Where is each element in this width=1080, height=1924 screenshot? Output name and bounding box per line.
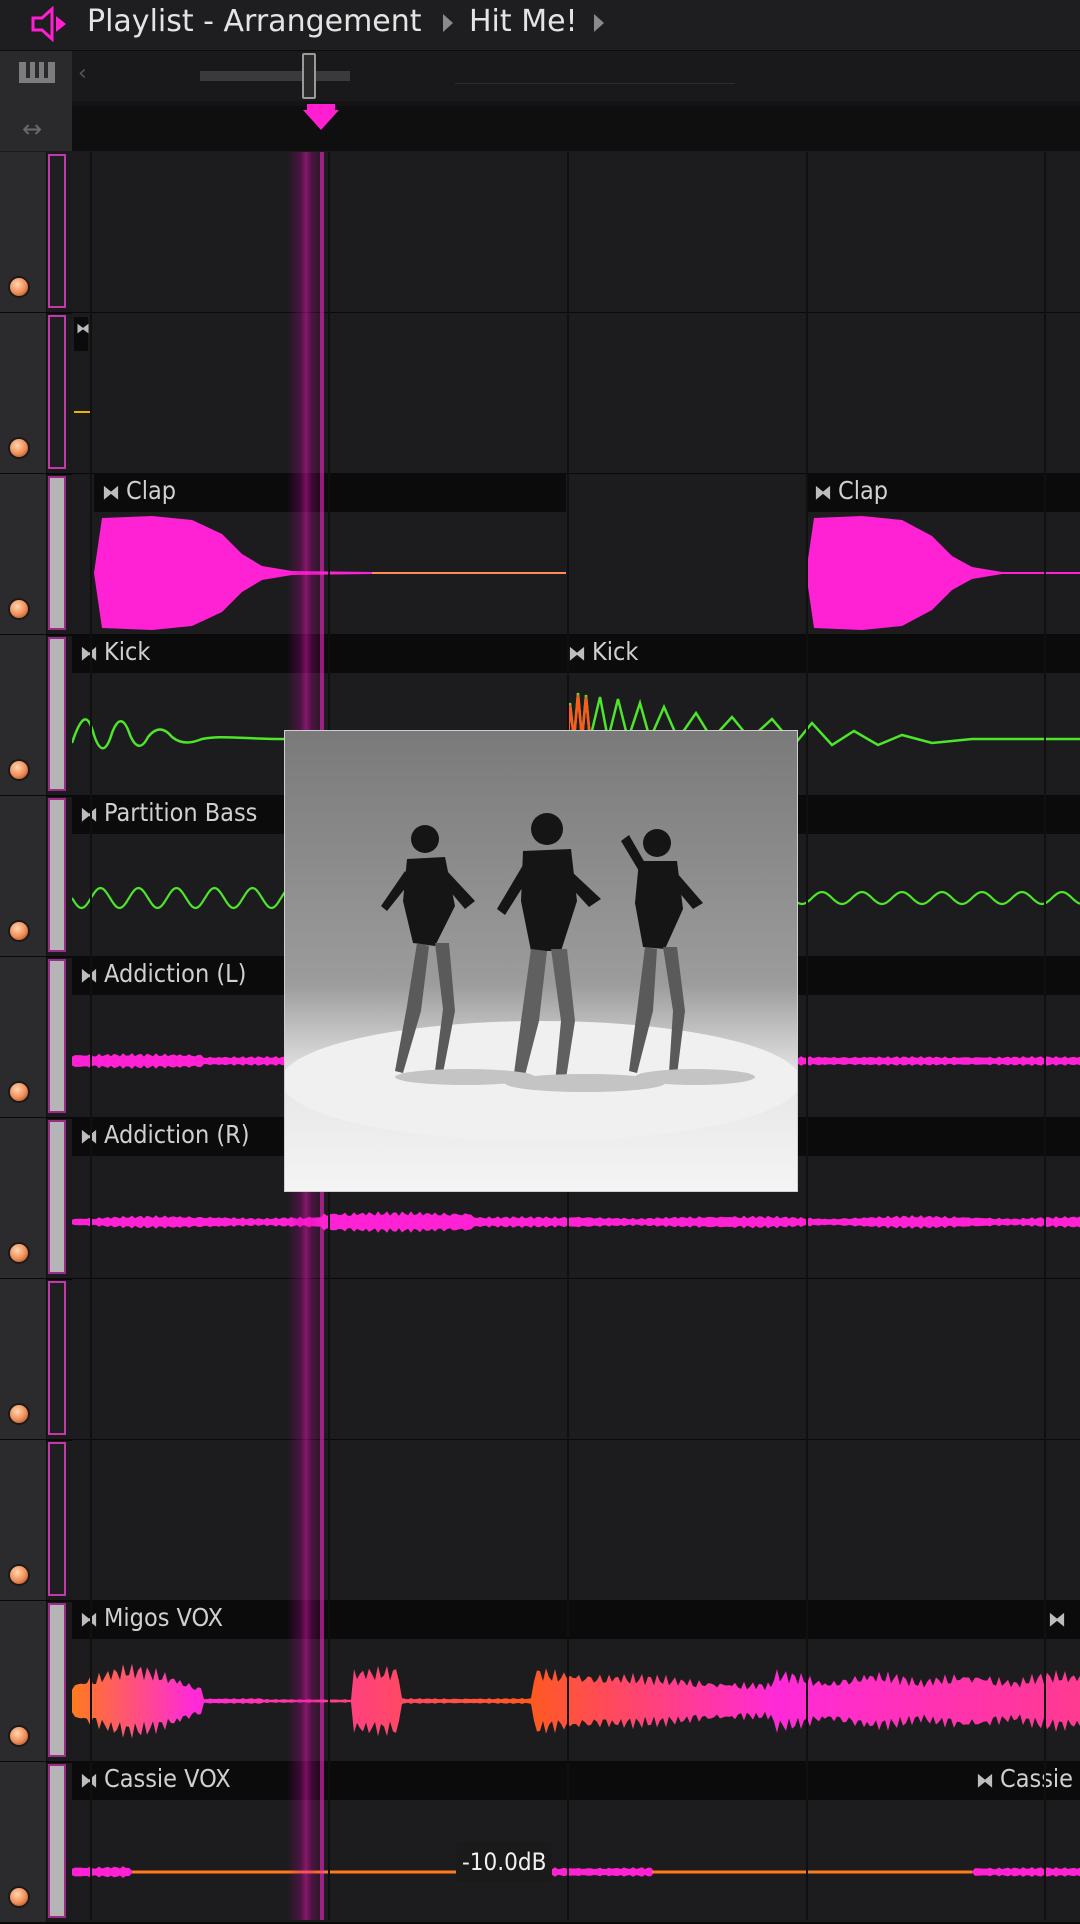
grid-line bbox=[90, 152, 92, 1920]
clip-stub[interactable]: ⧓ bbox=[74, 317, 90, 351]
track-lane[interactable]: ⧓ Migos VOX ⧓ bbox=[72, 1601, 1080, 1761]
track-lane[interactable]: ⧓ bbox=[72, 313, 1080, 473]
track-mute-strip[interactable] bbox=[48, 1764, 66, 1918]
clip-label: Cassie VOX bbox=[104, 1764, 231, 1793]
track-row bbox=[0, 1279, 1080, 1441]
clip-header[interactable]: ⧓ Clap bbox=[94, 474, 566, 512]
piano-keys-icon[interactable] bbox=[18, 61, 56, 89]
clip-label: Kick bbox=[592, 637, 639, 666]
track-mute-strip[interactable] bbox=[48, 1281, 66, 1435]
clip-pin-icon: ⧓ bbox=[80, 1124, 98, 1148]
overview-strip bbox=[200, 71, 735, 84]
left-tools: ↔ bbox=[0, 51, 72, 151]
track-mute-strip[interactable] bbox=[48, 476, 66, 630]
scroll-left-icon[interactable]: ‹ bbox=[78, 61, 87, 86]
track-led-icon[interactable] bbox=[8, 1725, 30, 1747]
track-led-icon[interactable] bbox=[8, 1403, 30, 1425]
track-led-icon[interactable] bbox=[8, 598, 30, 620]
track-mute-strip[interactable] bbox=[48, 1442, 66, 1596]
playhead-marker-icon[interactable] bbox=[303, 110, 339, 130]
clip-pin-icon: ⧓ bbox=[80, 1607, 98, 1631]
clip-header[interactable]: ⧓ Clap bbox=[806, 474, 1080, 512]
clip-header[interactable]: ⧓ Migos VOX ⧓ bbox=[72, 1601, 1080, 1639]
track-led-icon[interactable] bbox=[8, 437, 30, 459]
track-led-icon[interactable] bbox=[8, 1886, 30, 1908]
track-led-icon[interactable] bbox=[8, 1242, 30, 1264]
track-row: ⧓ Clap ⧓ Clap bbox=[0, 474, 1080, 636]
clip-pin-icon: ⧓ bbox=[80, 1768, 98, 1792]
migos-vox-waveform bbox=[72, 1663, 1080, 1739]
clip-pin-icon: ⧓ bbox=[102, 480, 120, 504]
clip-label: Cassie bbox=[1000, 1764, 1074, 1793]
clip-pin-icon: ⧓ bbox=[976, 1768, 994, 1792]
clip-header[interactable]: ⧓ Kick ⧓ Kick bbox=[72, 635, 1080, 673]
clip-pin-icon: ⧓ bbox=[1048, 1607, 1066, 1631]
track-row: ⧓ bbox=[0, 313, 1080, 475]
track-mute-strip[interactable] bbox=[48, 798, 66, 952]
clip-label: Clap bbox=[838, 476, 889, 505]
clap-waveform bbox=[94, 516, 1080, 630]
cassie-vox-waveform bbox=[72, 1866, 1080, 1878]
track-lane[interactable] bbox=[72, 1279, 1080, 1439]
clip-label: Kick bbox=[104, 637, 151, 666]
track-led-icon[interactable] bbox=[8, 1564, 30, 1586]
breadcrumb-arrow-icon bbox=[594, 14, 604, 32]
clip-pin-icon: ⧓ bbox=[80, 963, 98, 987]
track-led-icon[interactable] bbox=[8, 759, 30, 781]
clip-label: Addiction (R) bbox=[104, 1120, 250, 1149]
track-led-icon[interactable] bbox=[8, 920, 30, 942]
grid-line bbox=[1044, 152, 1046, 1920]
track-row bbox=[0, 152, 1080, 314]
clip-label: Addiction (L) bbox=[104, 959, 247, 988]
track-led-icon[interactable] bbox=[8, 1081, 30, 1103]
breadcrumb-arrow-icon bbox=[443, 14, 453, 32]
clip-header[interactable]: ⧓ Cassie VOX ⧓ Cassie bbox=[72, 1762, 1080, 1800]
track-mute-strip[interactable] bbox=[48, 637, 66, 791]
track-row: ⧓ Migos VOX ⧓ bbox=[0, 1601, 1080, 1763]
track-row bbox=[0, 1440, 1080, 1602]
video-preview-image bbox=[284, 730, 798, 1192]
title-bar: Playlist - Arrangement Hit Me! bbox=[0, 0, 1080, 51]
track-mute-strip[interactable] bbox=[48, 959, 66, 1113]
track-mute-strip[interactable] bbox=[48, 1603, 66, 1757]
track-led-icon[interactable] bbox=[8, 276, 30, 298]
track-mute-strip[interactable] bbox=[48, 315, 66, 469]
clip-pin-icon: ⧓ bbox=[80, 802, 98, 826]
timeline-ruler[interactable] bbox=[72, 106, 1080, 151]
track-lane[interactable] bbox=[72, 1440, 1080, 1600]
clip-label: Partition Bass bbox=[104, 798, 258, 827]
window-title: Playlist - Arrangement bbox=[87, 4, 422, 39]
track-mute-strip[interactable] bbox=[48, 154, 66, 308]
pattern-name[interactable]: Hit Me! bbox=[469, 4, 578, 39]
volume-readout: -10.0dB bbox=[456, 1842, 553, 1882]
fl-speaker-icon[interactable] bbox=[30, 6, 70, 42]
track-mute-strip[interactable] bbox=[48, 1120, 66, 1274]
stretch-arrows-icon[interactable]: ↔ bbox=[22, 115, 42, 143]
clip-pin-icon: ⧓ bbox=[80, 641, 98, 665]
clip-pin-icon: ⧓ bbox=[76, 321, 90, 337]
grid-line bbox=[806, 152, 808, 1920]
track-lane[interactable] bbox=[72, 152, 1080, 312]
scrollbar-thumb[interactable] bbox=[302, 53, 316, 99]
track-lane[interactable]: ⧓ Cassie VOX ⧓ Cassie bbox=[72, 1762, 1080, 1922]
clip-label: Migos VOX bbox=[104, 1603, 224, 1632]
clip-label: Clap bbox=[126, 476, 177, 505]
track-lane[interactable]: ⧓ Clap ⧓ Clap bbox=[72, 474, 1080, 634]
clip-pin-icon: ⧓ bbox=[814, 480, 832, 504]
clip-pin-icon: ⧓ bbox=[568, 641, 586, 665]
